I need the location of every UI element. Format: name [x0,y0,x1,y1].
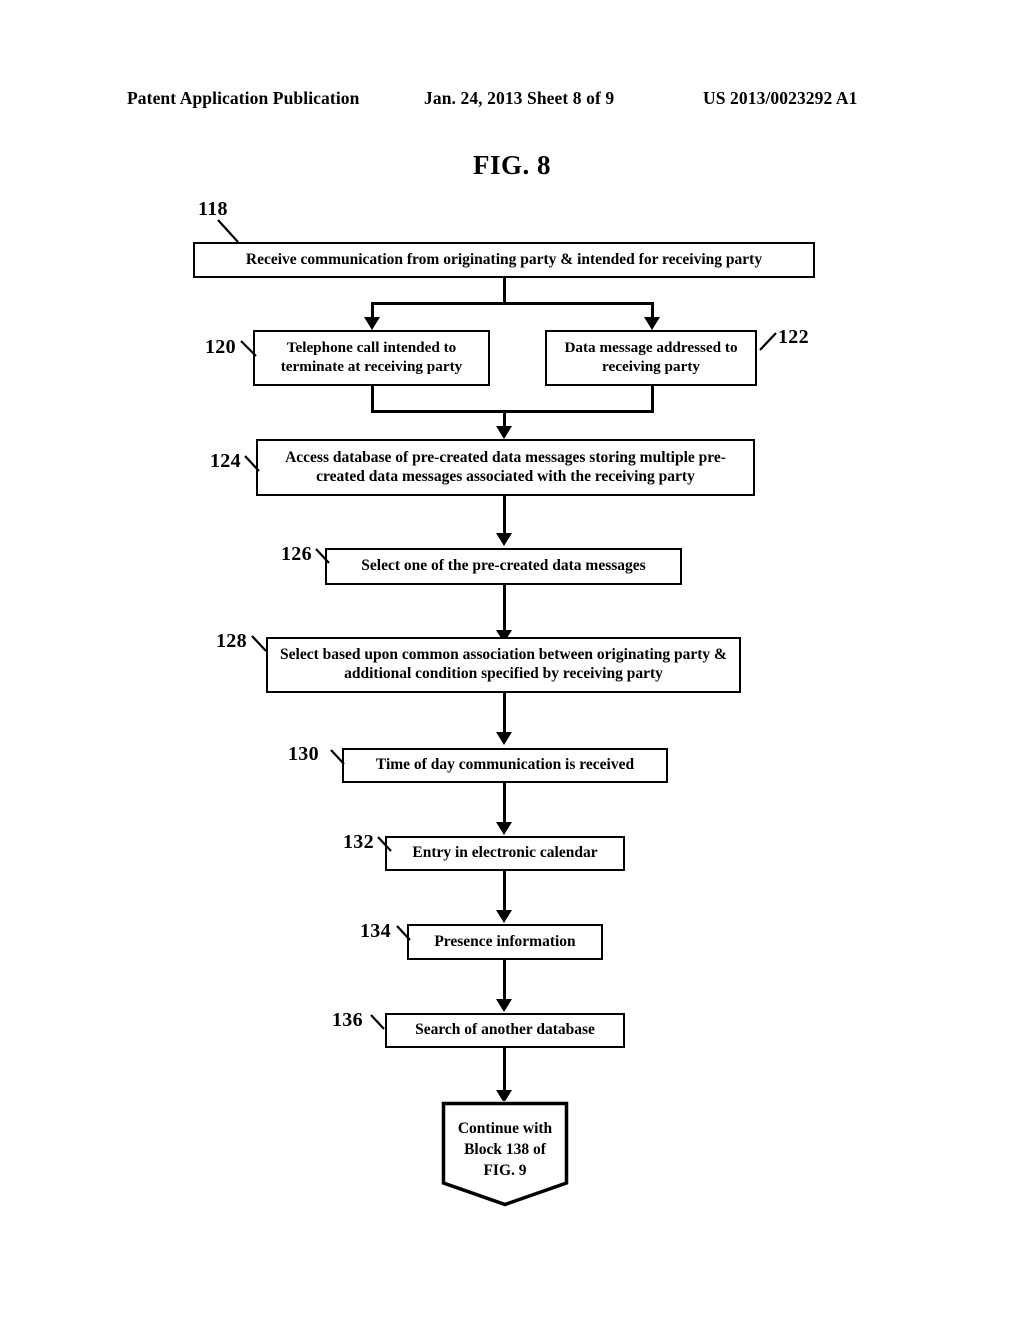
process-box-122-label: Data message addressed to receiving part… [564,339,738,375]
connector-118-to-120-stem [371,302,374,318]
process-box-132-label: Entry in electronic calendar [412,844,598,862]
process-box-126-label: Select one of the pre-created data messa… [361,557,646,575]
process-box-124-label: Access database of pre-created data mess… [285,448,726,485]
terminal-connector-138-label: Continue with Block 138 of FIG. 9 [441,1101,569,1182]
terminal-line-1: Continue with [457,1120,553,1137]
leader-line-124 [244,455,260,472]
process-box-118-label: Receive communication from originating p… [245,250,763,268]
reference-numeral-132: 132 [343,831,374,853]
process-box-134-label: Presence information [434,932,576,950]
leader-line-134 [396,925,411,941]
figure-title: FIG. 8 [472,150,551,180]
process-box-128: Select based upon common association bet… [266,637,741,693]
connector-118-split-left-bar [371,302,506,305]
connector-126-to-128 [503,585,506,632]
reference-numeral-122: 122 [778,326,809,348]
connector-132-to-134 [503,871,506,911]
leader-line-130 [330,749,345,765]
terminal-connector-138: Continue with Block 138 of FIG. 9 [441,1101,569,1207]
arrowhead-118-to-122 [644,317,660,330]
connector-118-split-stem [503,278,506,304]
publication-header: Patent Application Publication Jan. 24, … [0,88,1024,114]
connector-118-split-right-bar [503,302,653,305]
header-publication-number: US 2013/0023292 A1 [703,88,858,108]
process-box-132: Entry in electronic calendar [385,836,625,871]
leader-line-120 [240,340,257,357]
header-publication-type: Patent Application Publication [127,88,360,108]
reference-numeral-136: 136 [332,1009,363,1031]
reference-numeral-130: 130 [288,743,319,765]
process-box-130-label: Time of day communication is received [375,756,635,774]
process-box-130: Time of day communication is received [342,748,668,783]
process-box-136: Search of another database [385,1013,625,1048]
connector-118-to-122-stem [651,302,654,318]
reference-numeral-126: 126 [281,543,312,565]
reference-numeral-128: 128 [216,630,247,652]
arrowhead-130-to-132 [496,822,512,835]
arrowhead-118-to-120 [364,317,380,330]
connector-122-merge-stem [651,386,654,412]
connector-120-merge-stem [371,386,374,412]
arrowhead-132-to-134 [496,910,512,923]
connector-130-to-132 [503,783,506,823]
process-box-134: Presence information [407,924,603,960]
patent-figure-page: Patent Application Publication Jan. 24, … [0,0,1024,1320]
process-box-128-label: Select based upon common association bet… [280,646,727,682]
process-box-126: Select one of the pre-created data messa… [325,548,682,585]
process-box-124: Access database of pre-created data mess… [256,439,755,496]
process-box-120-label: Telephone call intended to terminate at … [280,339,463,375]
arrowhead-134-to-136 [496,999,512,1012]
process-box-120: Telephone call intended to terminate at … [253,330,490,386]
terminal-line-3: FIG. 9 [483,1161,527,1179]
reference-numeral-120: 120 [205,336,236,358]
connector-merge-bar [371,410,654,413]
leader-line-136 [370,1014,385,1030]
leader-line-126 [315,548,330,564]
connector-128-to-130 [503,693,506,733]
terminal-line-2: Block 138 of [464,1140,546,1158]
process-box-136-label: Search of another database [415,1021,595,1039]
header-date-sheet: Jan. 24, 2013 Sheet 8 of 9 [424,88,615,108]
leader-line-118 [217,219,239,243]
reference-numeral-134: 134 [360,920,391,942]
arrowhead-merge-to-124 [496,426,512,439]
arrowhead-124-to-126 [496,533,512,546]
connector-136-to-terminal [503,1048,506,1093]
connector-134-to-136 [503,960,506,1000]
arrowhead-128-to-130 [496,732,512,745]
process-box-118: Receive communication from originating p… [193,242,815,278]
leader-line-132 [377,836,392,852]
leader-line-128 [251,635,267,652]
process-box-122: Data message addressed to receiving part… [545,330,757,386]
reference-numeral-124: 124 [210,450,241,472]
connector-124-to-126 [503,496,506,534]
